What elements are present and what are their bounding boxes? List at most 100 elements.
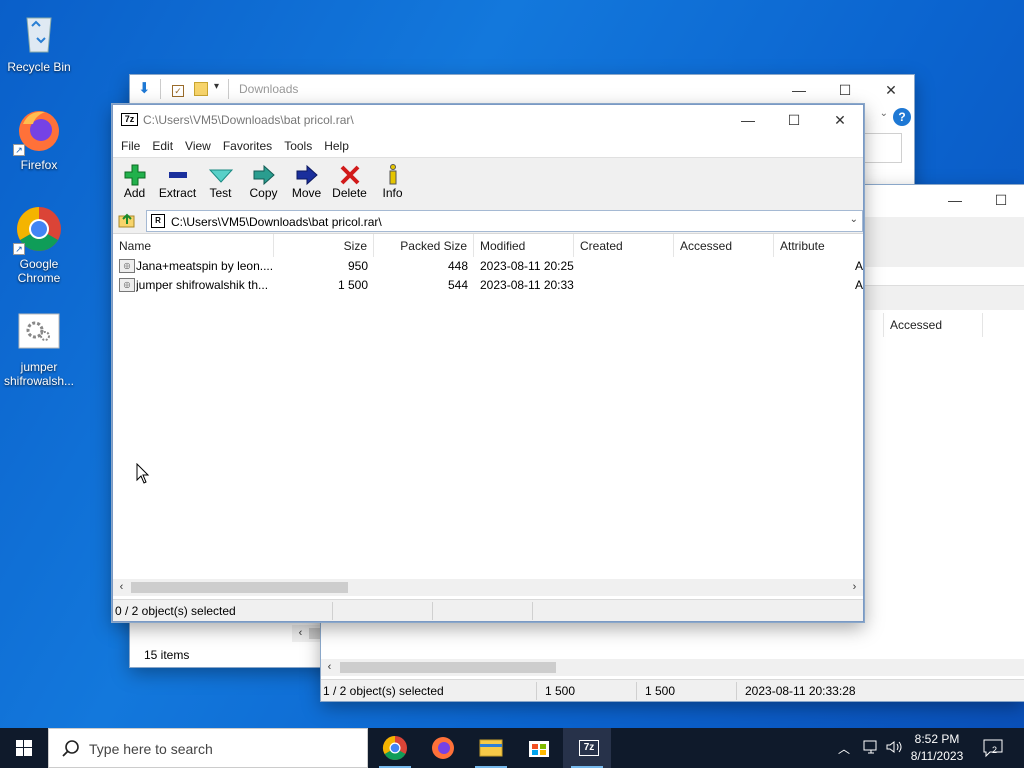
close-button[interactable]: ✕ [817,105,863,135]
search-icon [61,739,81,759]
store-icon [529,741,549,757]
scroll-left-icon[interactable]: ‹ [321,659,338,676]
ribbon-expand-icon[interactable]: ⌄ [880,108,888,119]
7zip-window[interactable]: 7z C:\Users\VM5\Downloads\bat pricol.rar… [112,104,864,622]
properties-icon[interactable]: ✓ [172,83,184,97]
column-header-modified[interactable]: Modified [474,234,574,258]
copy-arrow-icon [242,164,285,186]
volume-icon[interactable] [885,738,903,768]
toolbar: Add Extract Test Copy Move Delete Info [113,157,863,207]
extract-button[interactable]: Extract [156,158,199,207]
title-bar[interactable]: 7z C:\Users\VM5\Downloads\bat pricol.rar… [113,105,863,135]
clock[interactable]: 8:52 PM 8/11/2023 [902,731,972,765]
scroll-left-icon[interactable]: ‹ [113,579,130,596]
settings-file-icon [15,308,63,356]
scrollbar-thumb[interactable] [131,582,348,593]
move-button[interactable]: Move [285,158,328,207]
maximize-button[interactable]: ☐ [771,105,817,135]
add-button[interactable]: Add [113,158,156,207]
menu-edit[interactable]: Edit [146,139,179,153]
taskbar-store[interactable] [515,728,563,768]
file-name: Jana+meatspin by leon.... [136,259,272,273]
quick-access-dropdown-icon[interactable]: ▾ [214,81,219,92]
shortcut-arrow-icon: ↗ [13,243,25,255]
status-bar: 0 / 2 object(s) selected [113,599,863,621]
maximize-button[interactable]: ☐ [822,75,868,105]
menu-view[interactable]: View [179,139,217,153]
list-header: Name Size Packed Size Modified Created A… [113,233,863,258]
maximize-button[interactable]: ☐ [978,185,1024,215]
file-explorer-icon [479,739,503,757]
desktop-icon-firefox[interactable]: ↗ Firefox [1,106,77,172]
folder-up-icon[interactable] [118,211,136,229]
table-row[interactable]: ◎ jumper shifrowalshik th... 1 500 544 2… [113,276,863,295]
column-header-name[interactable]: Name [113,234,274,258]
start-button[interactable] [0,728,48,768]
chevron-down-icon[interactable]: ⌄ [850,214,858,225]
delete-x-icon [328,164,371,186]
file-attributes: A [854,259,863,273]
file-attributes: A [854,278,863,292]
address-input[interactable]: R C:\Users\VM5\Downloads\bat pricol.rar\… [146,210,863,232]
scroll-left-icon[interactable]: ‹ [292,625,309,642]
windows-logo-icon [16,740,32,756]
notification-count: 2 [992,745,998,755]
file-icon: ◎ [119,278,135,292]
minimize-button[interactable]: — [932,185,978,215]
close-button[interactable]: ✕ [868,75,914,105]
file-modified: 2023-08-11 20:25 [480,259,574,273]
address-bar-row: R C:\Users\VM5\Downloads\bat pricol.rar\… [113,207,863,233]
file-modified: 2023-08-11 20:33 [480,278,574,292]
menu-bar: File Edit View Favorites Tools Help [113,135,863,157]
file-packed-size: 544 [447,278,468,292]
firefox-icon [432,737,454,759]
folder-icon[interactable] [194,82,208,96]
column-header-accessed[interactable]: Accessed [674,234,774,258]
network-icon[interactable] [862,738,880,768]
table-row[interactable]: ◎ Jana+meatspin by leon.... 950 448 2023… [113,257,863,276]
copy-button[interactable]: Copy [242,158,285,207]
desktop-icon-recycle-bin[interactable]: Recycle Bin [1,8,77,74]
delete-button[interactable]: Delete [328,158,371,207]
column-header-packed-size[interactable]: Packed Size [374,234,474,258]
shortcut-arrow-icon: ↗ [13,144,25,156]
column-header-attributes[interactable]: Attribute [774,234,863,258]
status-size: 1 500 [545,684,576,698]
show-hidden-icons-icon[interactable]: ︿ [838,740,850,768]
menu-help[interactable]: Help [318,139,355,153]
minimize-button[interactable]: — [725,105,771,135]
taskbar-file-explorer[interactable] [467,728,515,768]
taskbar-chrome[interactable] [371,728,419,768]
minimize-button[interactable]: — [776,75,822,105]
desktop-icon-jumper-file[interactable]: jumper shifrowalsh... [1,308,77,388]
status-selected: 0 / 2 object(s) selected [115,604,236,618]
status-bar: 1 / 2 object(s) selected 1 500 1 500 202… [321,679,1024,701]
column-header-created[interactable]: Created [574,234,674,258]
file-created [580,276,674,295]
desktop-icon-google-chrome[interactable]: ↗ Google Chrome [1,205,77,285]
menu-file[interactable]: File [115,139,146,153]
status-selected: 1 / 2 object(s) selected [323,684,444,698]
move-arrow-icon [285,164,328,186]
check-icon [199,164,242,186]
taskbar-7zip[interactable]: 7z [563,728,611,768]
desktop-icon-label: jumper shifrowalsh... [3,360,75,388]
notifications-icon[interactable]: 2 [982,737,1006,768]
7zip-logo-icon: 7z [121,113,138,126]
desktop-icon-label: Firefox [20,158,58,172]
help-icon[interactable]: ? [893,108,911,126]
horizontal-scrollbar[interactable]: ‹ [292,625,322,642]
horizontal-scrollbar[interactable]: ‹ [321,659,1024,676]
scroll-right-icon[interactable]: › [846,579,863,596]
download-arrow-icon: ⬇ [138,80,151,97]
column-header-size[interactable]: Size [274,234,374,258]
horizontal-scrollbar[interactable]: ‹ › [113,579,863,596]
column-header-accessed[interactable]: Accessed [883,313,983,337]
menu-tools[interactable]: Tools [278,139,318,153]
taskbar-firefox[interactable] [419,728,467,768]
test-button[interactable]: Test [199,158,242,207]
info-button[interactable]: Info [371,158,414,207]
menu-favorites[interactable]: Favorites [217,139,278,153]
taskbar-search[interactable]: Type here to search [48,728,368,768]
recycle-bin-icon [15,8,63,56]
